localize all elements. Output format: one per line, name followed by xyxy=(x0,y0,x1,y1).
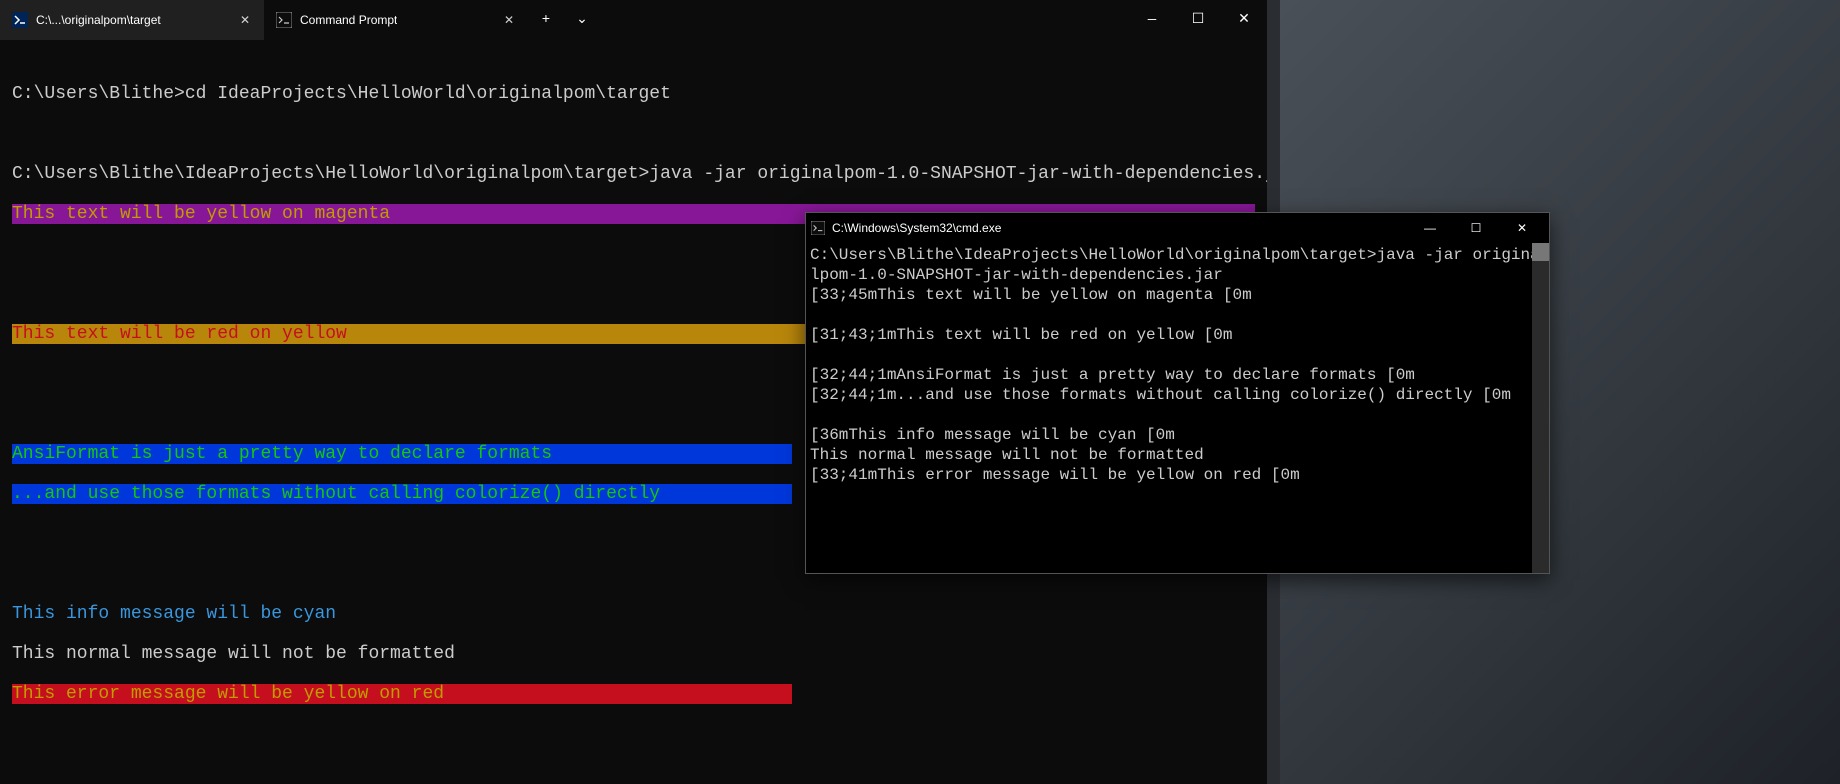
cmd-window: C:\Windows\System32\cmd.exe — ☐ ✕ C:\Use… xyxy=(805,212,1550,574)
maximize-button[interactable]: ☐ xyxy=(1175,0,1221,40)
output-error: This error message will be yellow on red xyxy=(12,684,792,704)
scrollbar-thumb[interactable] xyxy=(1532,243,1549,261)
output-ansiformat-1: AnsiFormat is just a pretty way to decla… xyxy=(12,444,792,464)
prompt-line: C:\Users\Blithe\IdeaProjects\HelloWorld\… xyxy=(12,164,1255,184)
powershell-icon xyxy=(12,12,28,28)
cmd-icon xyxy=(276,12,292,28)
titlebar-drag-area[interactable] xyxy=(600,0,1129,40)
blank-line xyxy=(12,764,1255,784)
cmd-icon xyxy=(810,220,826,236)
tab-command-prompt[interactable]: Command Prompt ✕ xyxy=(264,0,528,40)
tab-title: C:\...\originalpom\target xyxy=(36,10,161,30)
minimize-button[interactable]: — xyxy=(1407,213,1453,243)
output-normal: This normal message will not be formatte… xyxy=(12,644,1255,664)
new-tab-button[interactable]: + xyxy=(528,0,564,40)
close-button[interactable]: ✕ xyxy=(1221,0,1267,40)
tab-powershell[interactable]: C:\...\originalpom\target ✕ xyxy=(0,0,264,40)
cmd-title-text: C:\Windows\System32\cmd.exe xyxy=(832,221,1407,235)
tab-dropdown-button[interactable]: ⌄ xyxy=(564,0,600,40)
prompt-line: C:\Users\Blithe>cd IdeaProjects\HelloWor… xyxy=(12,64,1255,104)
cmd-body[interactable]: C:\Users\Blithe\IdeaProjects\HelloWorld\… xyxy=(806,243,1549,487)
cmd-titlebar[interactable]: C:\Windows\System32\cmd.exe — ☐ ✕ xyxy=(806,213,1549,243)
blank-line xyxy=(12,724,1255,744)
maximize-button[interactable]: ☐ xyxy=(1453,213,1499,243)
blank-line xyxy=(12,124,1255,144)
minimize-button[interactable]: — xyxy=(1129,0,1175,40)
prompt-text: C:\Users\Blithe\IdeaProjects\HelloWorld\… xyxy=(12,164,1267,184)
tab-title: Command Prompt xyxy=(300,10,397,30)
close-icon[interactable]: ✕ xyxy=(238,8,252,32)
scrollbar[interactable] xyxy=(1532,243,1549,573)
output-ansiformat-2: ...and use those formats without calling… xyxy=(12,484,792,504)
output-info: This info message will be cyan xyxy=(12,604,1255,624)
wt-titlebar[interactable]: C:\...\originalpom\target ✕ Command Prom… xyxy=(0,0,1267,40)
close-button[interactable]: ✕ xyxy=(1499,213,1545,243)
close-icon[interactable]: ✕ xyxy=(502,8,516,32)
prompt-text: C:\Users\Blithe>cd IdeaProjects\HelloWor… xyxy=(12,84,671,104)
